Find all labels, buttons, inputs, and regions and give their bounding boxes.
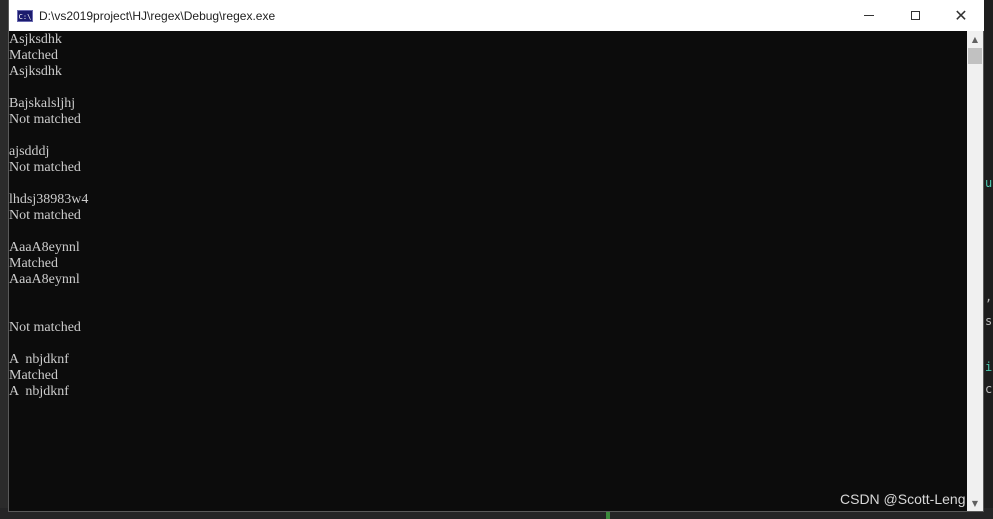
console-line: Bajskalsljhj <box>9 96 76 111</box>
watermark: CSDN @Scott-Leng <box>840 491 966 507</box>
console-line: Not matched <box>9 160 81 175</box>
console-line: A nbjdknf <box>9 384 69 399</box>
scroll-down-arrow-icon[interactable]: ▼ <box>967 495 983 511</box>
console-line: Asjksdhk <box>9 32 62 47</box>
console-line: A nbjdknf <box>9 352 69 367</box>
console-line: AaaA8eynnl <box>9 240 80 255</box>
console-line: Asjksdhk <box>9 64 62 79</box>
close-icon: ✕ <box>954 5 968 25</box>
console-line: Matched <box>9 48 58 63</box>
console-window[interactable]: C:\ D:\vs2019project\HJ\regex\Debug\rege… <box>8 0 984 512</box>
console-line: Matched <box>9 256 58 271</box>
minimize-icon <box>864 15 874 16</box>
vertical-scrollbar[interactable]: ▲ ▼ <box>967 31 983 511</box>
background-code-glyph: c <box>985 382 993 396</box>
console-output[interactable]: Asjksdhk Matched Asjksdhk Bajskalsljhj Not m… <box>9 31 969 511</box>
scroll-thumb[interactable] <box>968 48 982 64</box>
window-title: D:\vs2019project\HJ\regex\Debug\regex.ex… <box>39 8 276 23</box>
console-line: Not matched <box>9 320 81 335</box>
console-line: lhdsj38983w4 <box>9 192 89 207</box>
maximize-button[interactable] <box>892 0 938 31</box>
console-line: Matched <box>9 368 58 383</box>
background-code-glyph: s <box>985 314 993 328</box>
console-line: ajsdddj <box>9 144 50 159</box>
console-line: Not matched <box>9 208 81 223</box>
background-code-glyph: i <box>985 360 993 374</box>
background-code-glyph: , <box>985 290 993 304</box>
title-bar[interactable]: C:\ D:\vs2019project\HJ\regex\Debug\rege… <box>9 0 984 31</box>
scroll-up-arrow-icon[interactable]: ▲ <box>967 31 983 47</box>
console-app-icon: C:\ <box>17 9 33 22</box>
maximize-icon <box>910 11 920 20</box>
window-controls: ✕ <box>846 0 984 31</box>
console-line: AaaA8eynnl <box>9 272 80 287</box>
background-editor-strip <box>984 0 993 519</box>
minimize-button[interactable] <box>846 0 892 31</box>
console-line: Not matched <box>9 112 81 127</box>
background-code-glyph: u <box>985 176 993 190</box>
close-button[interactable]: ✕ <box>938 0 984 31</box>
